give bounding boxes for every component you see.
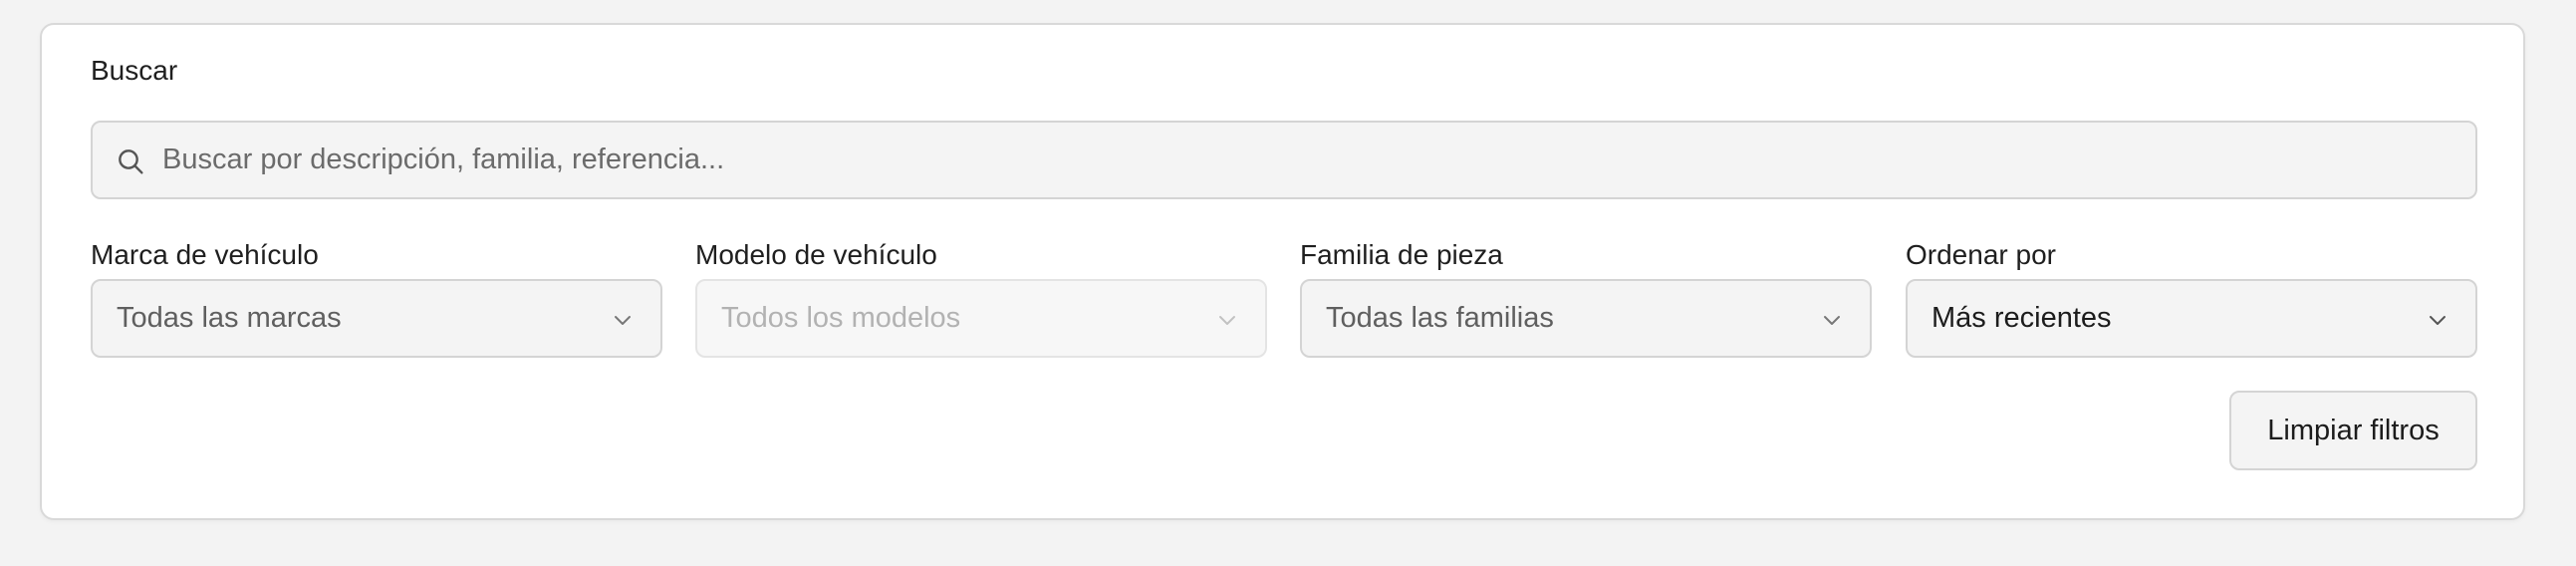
model-filter-label: Modelo de vehículo [695,239,937,270]
family-filter-label: Familia de pieza [1300,239,1503,270]
brand-filter-label: Marca de vehículo [91,239,319,270]
chevron-down-icon [1824,316,1840,325]
brand-select[interactable]: Todas las marcas [91,279,662,358]
chevron-down-icon [2430,316,2446,325]
sort-select-value: Más recientes [1932,302,2112,334]
family-select-value: Todas las familias [1326,302,1554,334]
chevron-down-icon [1219,316,1235,325]
search-label: Buscar [91,55,178,86]
search-icon [119,149,143,174]
chevron-down-icon [615,316,631,325]
clear-filters-button[interactable]: Limpiar filtros [2229,391,2477,470]
search-input[interactable] [162,123,2453,197]
filters-card: Buscar Marca de vehículo Todas las marca… [40,23,2525,520]
sort-select[interactable]: Más recientes [1906,279,2477,358]
model-select: Todos los modelos [695,279,1267,358]
model-select-value: Todos los modelos [721,302,961,334]
search-field[interactable] [91,121,2477,199]
family-select[interactable]: Todas las familias [1300,279,1872,358]
brand-select-value: Todas las marcas [117,302,342,334]
sort-filter-label: Ordenar por [1906,239,2056,270]
